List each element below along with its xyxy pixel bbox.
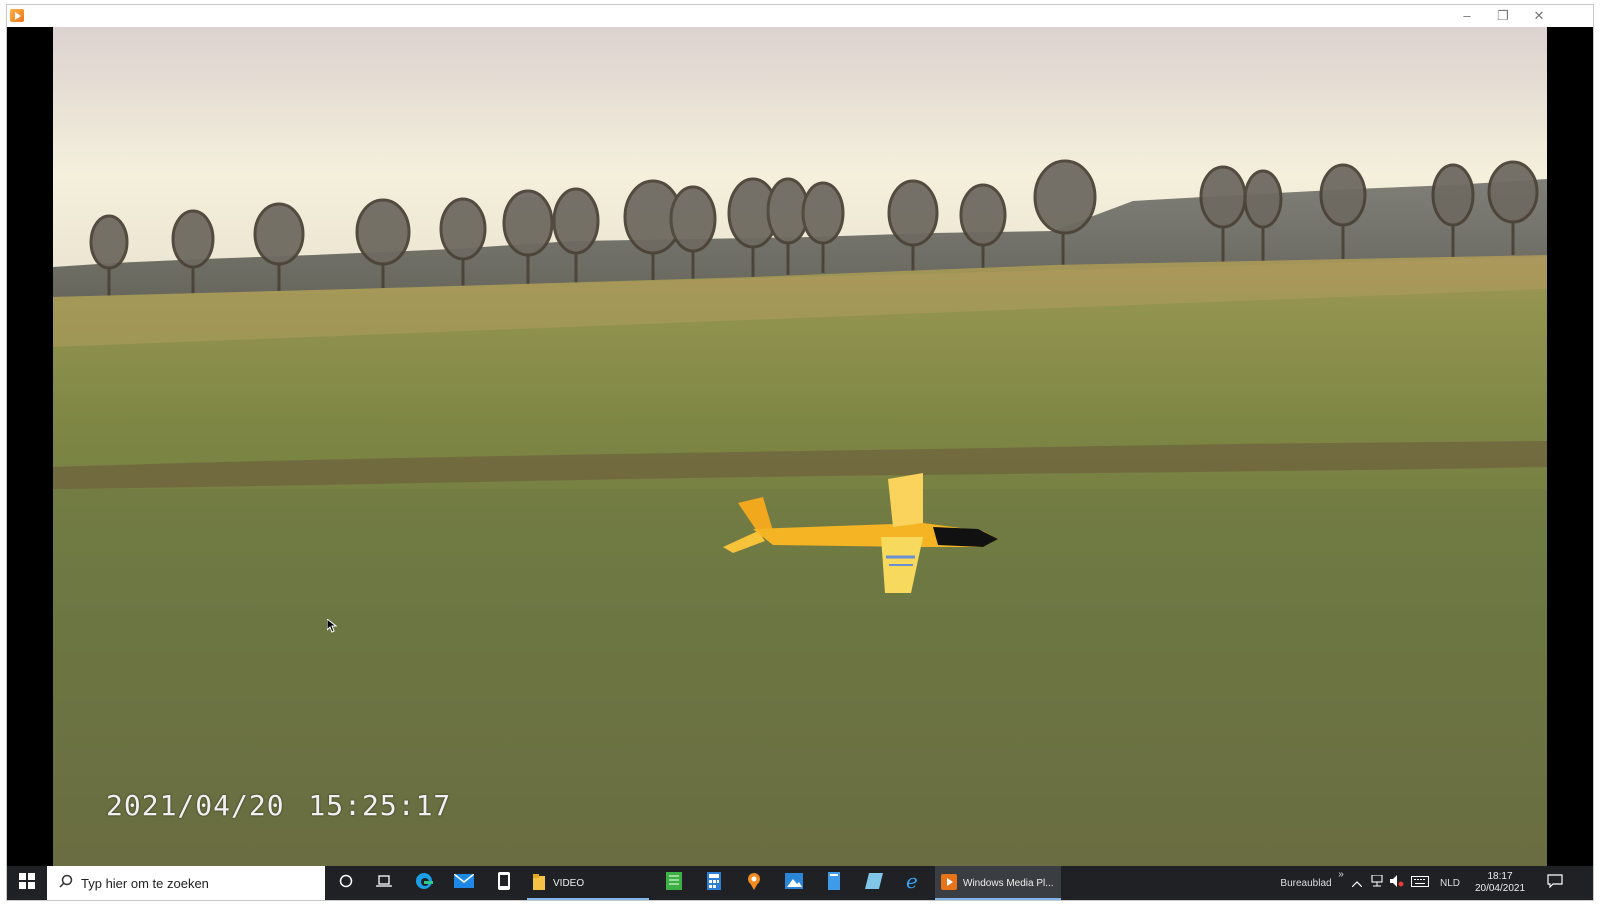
clock-date: 20/04/2021 — [1474, 883, 1526, 894]
edge-icon — [415, 872, 433, 895]
taskbar: Typ hier om te zoeken VIDEO e Windows Me… — [7, 866, 1593, 900]
paint-button[interactable] — [855, 866, 893, 900]
task-view-icon — [376, 874, 392, 893]
taskbar-app-video-folder[interactable]: VIDEO — [527, 866, 649, 900]
phone-button[interactable] — [485, 866, 523, 900]
cortana-icon — [339, 874, 353, 893]
notepad-button[interactable] — [815, 866, 853, 900]
search-placeholder: Typ hier om te zoeken — [81, 875, 209, 891]
language-indicator[interactable]: NLD — [1435, 866, 1465, 900]
chevron-up-icon — [1351, 874, 1363, 892]
calculator-icon — [707, 871, 721, 895]
photos-button[interactable] — [775, 866, 813, 900]
taskbar-clock[interactable]: 18:17 20/04/2021 — [1469, 866, 1531, 900]
notification-icon — [1547, 873, 1563, 893]
search-icon — [59, 874, 73, 893]
keyboard-icon — [1411, 874, 1429, 892]
internet-explorer-icon: e — [904, 869, 924, 896]
minimize-button[interactable]: – — [1449, 5, 1485, 27]
action-center-button[interactable] — [1537, 866, 1573, 900]
restore-button[interactable]: ❐ — [1485, 5, 1521, 27]
desktop-toolbar[interactable]: Bureaublad — [1275, 866, 1337, 900]
volume-tray-button[interactable] — [1387, 866, 1407, 900]
spreadsheet-button[interactable] — [655, 866, 693, 900]
edge-button[interactable] — [405, 866, 443, 900]
svg-text:e: e — [906, 871, 918, 891]
video-scene — [53, 27, 1547, 869]
network-tray-button[interactable] — [1367, 866, 1387, 900]
taskbar-app-media-player[interactable]: Windows Media Pl... — [935, 866, 1061, 900]
volume-icon — [1390, 874, 1404, 892]
mail-button[interactable] — [445, 866, 483, 900]
toolbar-overflow-icon[interactable]: » — [1337, 866, 1345, 903]
media-player-icon — [10, 9, 24, 22]
spreadsheet-icon — [666, 871, 682, 895]
cortana-button[interactable] — [327, 866, 365, 900]
media-player-window: – ❐ ✕ 2021/04/20 15:25:17 — [7, 5, 1593, 900]
clock-time: 18:17 — [1487, 871, 1513, 882]
windows-logo-icon — [19, 872, 35, 894]
phone-icon — [498, 871, 510, 895]
paint-icon — [865, 872, 883, 894]
folder-icon — [533, 873, 545, 893]
show-hidden-icons-button[interactable] — [1349, 866, 1365, 900]
media-player-taskbar-icon — [941, 873, 957, 893]
video-frame[interactable]: 2021/04/20 15:25:17 — [53, 27, 1547, 869]
mail-icon — [453, 872, 475, 893]
start-button[interactable] — [7, 866, 47, 900]
maps-icon — [746, 872, 762, 895]
video-timestamp: 2021/04/20 15:25:17 — [106, 789, 452, 822]
active-indicator — [935, 898, 1061, 900]
internet-explorer-button[interactable]: e — [895, 866, 933, 900]
media-player-label: Windows Media Pl... — [963, 877, 1054, 889]
active-indicator — [527, 898, 649, 900]
close-button[interactable]: ✕ — [1521, 5, 1557, 27]
title-bar[interactable]: – ❐ ✕ — [7, 5, 1593, 27]
notepad-icon — [828, 871, 840, 895]
maps-button[interactable] — [735, 866, 773, 900]
calculator-button[interactable] — [695, 866, 733, 900]
video-folder-label: VIDEO — [553, 877, 585, 889]
taskbar-search-box[interactable]: Typ hier om te zoeken — [47, 866, 325, 900]
keyboard-tray-button[interactable] — [1409, 866, 1431, 900]
photos-icon — [785, 872, 803, 894]
task-view-button[interactable] — [365, 866, 403, 900]
network-icon — [1370, 874, 1384, 892]
